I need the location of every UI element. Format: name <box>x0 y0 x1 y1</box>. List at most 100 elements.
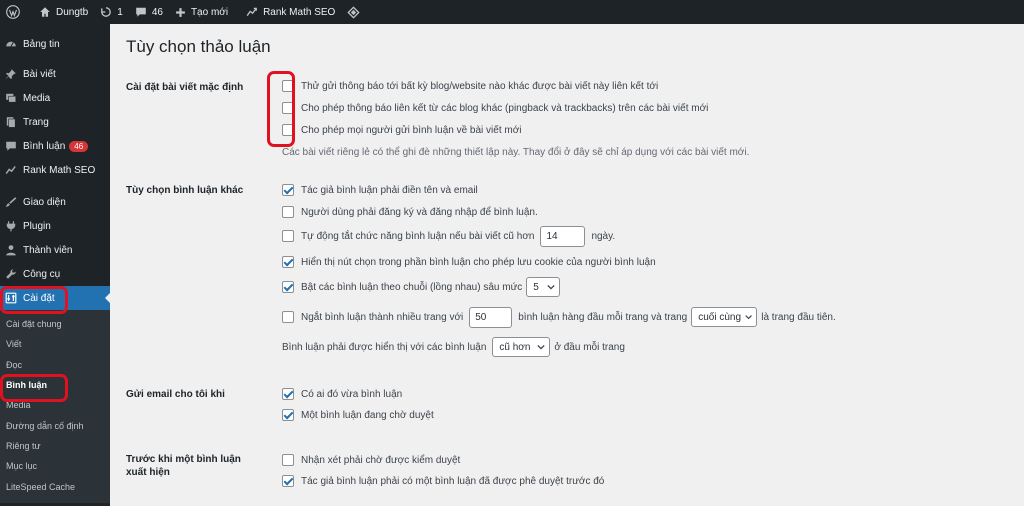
thread-depth-select[interactable]: 5 <box>526 277 561 297</box>
chevron-down-icon <box>745 315 752 320</box>
menu-settings[interactable]: Cài đặt <box>0 286 110 310</box>
option-email-moderation[interactable]: Một bình luận đang chờ duyệt <box>282 406 434 424</box>
close-comments-days-input[interactable]: 14 <box>540 225 586 247</box>
menu-label: Bài viết <box>23 68 56 80</box>
email-moderation-checkbox[interactable] <box>282 409 294 421</box>
dashboard-icon <box>4 37 18 51</box>
menu-media[interactable]: Media <box>0 86 110 110</box>
comment-order-select[interactable]: cũ hơn <box>492 337 551 357</box>
site-name-link[interactable]: Dungtb <box>33 0 94 24</box>
attempt-notify-checkbox[interactable] <box>282 80 294 92</box>
option-show-cookies-optin[interactable]: Hiển thị nút chọn trong phần bình luận c… <box>282 253 656 271</box>
submenu-writing[interactable]: Viết <box>0 334 110 354</box>
select-value: 5 <box>533 281 539 293</box>
comments-per-page-input[interactable]: 50 <box>469 306 513 328</box>
rankmath-icon <box>246 7 257 16</box>
submenu-privacy[interactable]: Riêng tư <box>0 436 110 456</box>
option-label: ở đầu mỗi trang <box>554 341 625 353</box>
rankmath-link[interactable]: Rank Math SEO <box>240 0 341 24</box>
close-comments-checkbox[interactable] <box>282 230 294 242</box>
menu-label: Trang <box>23 116 49 128</box>
allow-comments-checkbox[interactable] <box>282 124 294 136</box>
option-label: Tác giả bình luận phải điền tên và email <box>301 184 478 196</box>
menu-rankmath[interactable]: Rank Math SEO <box>0 158 110 182</box>
page-title: Tùy chọn thảo luận <box>126 37 271 56</box>
comments-link[interactable]: 46 <box>129 0 169 24</box>
rankmath-icon <box>4 163 18 177</box>
previously-approved-checkbox[interactable] <box>282 475 294 487</box>
menu-tools[interactable]: Công cụ <box>0 262 110 286</box>
chevron-down-icon <box>547 284 555 290</box>
rankmath-label: Rank Math SEO <box>263 6 336 18</box>
thread-comments-checkbox[interactable] <box>282 281 294 293</box>
comments-badge: 46 <box>69 140 89 152</box>
option-previously-approved[interactable]: Tác giả bình luận phải có một bình luận … <box>282 472 604 490</box>
comment-bubble-icon <box>136 7 146 17</box>
option-label: Thử gửi thông báo tới bất kỳ blog/websit… <box>301 80 659 92</box>
admin-bar: Dungtb 1 46 Tạo mới Rank Math SEO <box>0 0 1024 24</box>
option-require-name-email[interactable]: Tác giả bình luận phải điền tên và email <box>282 181 478 199</box>
menu-plugins[interactable]: Plugin <box>0 214 110 238</box>
option-label: Cho phép thông báo liên kết từ các blog … <box>301 102 709 114</box>
option-label: Có ai đó vừa bình luận <box>301 388 403 400</box>
option-allow-pingbacks[interactable]: Cho phép thông báo liên kết từ các blog … <box>282 99 708 117</box>
option-comment-order: Bình luận phải được hiển thị với các bìn… <box>282 337 625 357</box>
option-label: Bật các bình luận theo chuỗi (lồng nhau)… <box>301 281 523 293</box>
email-new-comment-checkbox[interactable] <box>282 388 294 400</box>
option-require-registration[interactable]: Người dùng phải đăng ký và đăng nhập để … <box>282 203 538 221</box>
diamond-link[interactable] <box>341 0 371 24</box>
wordpress-icon <box>6 5 20 19</box>
submenu-litespeed[interactable]: LiteSpeed Cache <box>0 476 110 496</box>
menu-label: Rank Math SEO <box>23 164 96 176</box>
chevron-down-icon <box>537 344 546 350</box>
option-label: Tự động tắt chức năng bình luận nếu bài … <box>301 230 535 242</box>
menu-dashboard[interactable]: Bảng tin <box>0 32 110 56</box>
submenu-reading[interactable]: Đọc <box>0 355 110 375</box>
new-content-link[interactable]: Tạo mới <box>169 0 234 24</box>
wrench-icon <box>4 267 18 281</box>
option-label: Tác giả bình luận phải có một bình luận … <box>301 475 605 487</box>
option-label: Hiển thị nút chọn trong phần bình luận c… <box>301 256 656 268</box>
media-icon <box>4 91 18 105</box>
menu-appearance[interactable]: Giao diện <box>0 190 110 214</box>
pin-icon <box>4 67 18 81</box>
settings-icon <box>4 291 18 305</box>
brush-icon <box>4 195 18 209</box>
option-label: bình luận hàng đầu mỗi trang và trang <box>518 311 688 323</box>
submenu-permalinks[interactable]: Đường dẫn cố định <box>0 415 110 435</box>
submenu-toc[interactable]: Mục lục <box>0 456 110 476</box>
option-page-comments: Ngắt bình luận thành nhiều trang với 50 … <box>282 306 836 328</box>
home-icon <box>40 7 50 17</box>
menu-posts[interactable]: Bài viết <box>0 62 110 86</box>
option-attempt-notify[interactable]: Thử gửi thông báo tới bất kỳ blog/websit… <box>282 77 658 95</box>
allow-pingbacks-checkbox[interactable] <box>282 102 294 114</box>
comments-count: 46 <box>151 6 163 18</box>
default-post-description: Các bài viết riêng lẻ có thể ghi đè nhữn… <box>282 147 750 158</box>
manual-moderation-checkbox[interactable] <box>282 454 294 466</box>
menu-comments[interactable]: Bình luận 46 <box>0 134 110 158</box>
menu-label: Media <box>23 92 51 104</box>
menu-users[interactable]: Thành viên <box>0 238 110 262</box>
option-label: Nhận xét phải chờ được kiểm duyệt <box>301 454 461 466</box>
new-content-label: Tạo mới <box>190 6 229 18</box>
menu-pages[interactable]: Trang <box>0 110 110 134</box>
submenu-discussion[interactable]: Bình luận <box>0 375 110 395</box>
option-allow-comments[interactable]: Cho phép mọi người gửi bình luận về bài … <box>282 121 522 139</box>
page-comments-checkbox[interactable] <box>282 311 294 323</box>
wordpress-logo[interactable] <box>0 0 33 24</box>
require-registration-checkbox[interactable] <box>282 206 294 218</box>
select-value: cũ hơn <box>499 341 531 353</box>
submenu-general[interactable]: Cài đặt chung <box>0 314 110 334</box>
user-icon <box>4 243 18 257</box>
updates-icon <box>101 7 112 17</box>
updates-link[interactable]: 1 <box>94 0 129 24</box>
default-comments-page-select[interactable]: cuối cùng <box>691 307 758 327</box>
menu-label: Bình luận <box>23 140 66 152</box>
require-name-email-checkbox[interactable] <box>282 184 294 196</box>
submenu-media[interactable]: Media <box>0 395 110 415</box>
show-cookies-optin-checkbox[interactable] <box>282 256 294 268</box>
updates-count: 1 <box>117 6 123 18</box>
option-manual-moderation[interactable]: Nhận xét phải chờ được kiểm duyệt <box>282 451 460 469</box>
option-email-new-comment[interactable]: Có ai đó vừa bình luận <box>282 385 402 403</box>
comment-icon <box>4 139 18 153</box>
